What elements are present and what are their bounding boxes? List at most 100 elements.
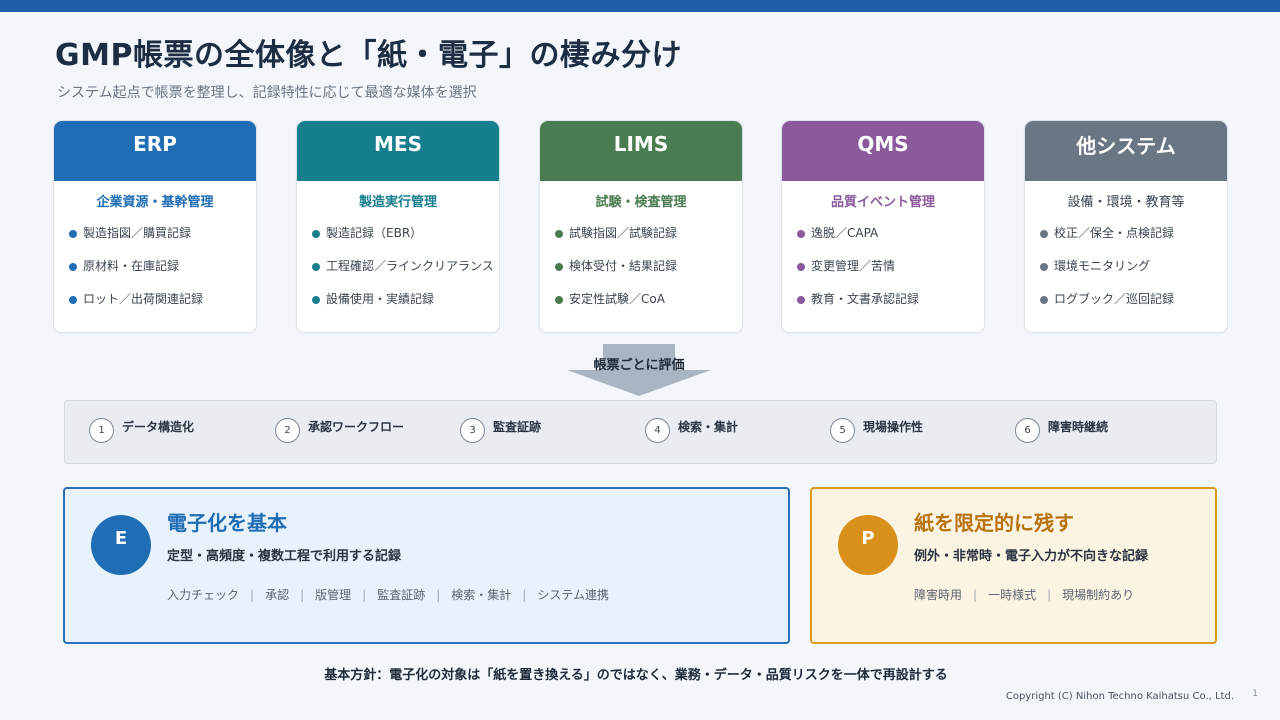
bullet-dot [69,295,77,304]
feature-tag: 入力チェック [167,588,240,602]
bullet-dot [312,262,320,271]
list-item-label: 製造記録（EBR） [326,226,423,240]
page-number: 1 [1252,689,1258,699]
feature-tag: システム連携 [537,588,609,602]
system-subtitle: 製造実行管理 [358,195,437,210]
system-card-erp: ERP 企業資源・基幹管理 製造指図／購買記録 原材料・在庫記録 ロット／出荷関… [53,120,257,333]
system-card-header: 他システム [1025,121,1227,181]
bullet-dot [312,229,320,238]
criterion-label: 検索・集計 [678,420,739,434]
list-item-label: 設備使用・実績記録 [326,292,435,306]
criterion-number: 4 [645,418,670,443]
list-item-label: 製造指図／購買記録 [83,226,192,240]
bullet-dot [555,229,563,238]
criterion-item: 5 現場操作性 [830,415,923,443]
electronic-badge: E [91,515,151,575]
system-record-list: 製造記録（EBR） 工程確認／ラインクリアランス 設備使用・実績記録 [297,217,499,316]
criterion-number: 5 [830,418,855,443]
system-card-header: LIMS [540,121,742,181]
bullet-dot [1040,262,1048,271]
list-item-label: 検体受付・結果記録 [569,259,678,273]
list-item: 教育・文書承認記録 [797,283,984,316]
bullet-dot [555,295,563,304]
evaluation-criteria-bar: 1 データ構造化 2 承認ワークフロー 3 監査証跡 4 検索・集計 5 現場操… [64,400,1217,464]
criterion-label: 障害時継続 [1048,420,1109,434]
system-record-list: 逸脱／CAPA 変更管理／苦情 教育・文書承認記録 [782,217,984,316]
list-item: 製造記録（EBR） [312,217,499,250]
criterion-label: 監査証跡 [493,420,542,434]
criterion-label: 現場操作性 [863,420,924,434]
tag-separator: | [1047,587,1052,602]
bullet-dot [69,229,77,238]
list-item: 変更管理／苦情 [797,250,984,283]
criterion-item: 2 承認ワークフロー [275,415,404,443]
electronic-description: 定型・高頻度・複数工程で利用する記録 [167,549,402,564]
tag-separator: | [362,587,367,602]
page-title: GMP帳票の全体像と「紙・電子」の棲み分け [55,38,682,73]
list-item-label: 教育・文書承認記録 [811,292,920,306]
system-name: MES [374,132,422,156]
list-item: 校正／保全・点検記録 [1040,217,1227,250]
feature-tag: 監査証跡 [377,588,426,602]
electronic-title: 電子化を基本 [167,511,287,535]
criterion-item: 4 検索・集計 [645,415,738,443]
paper-badge: P [838,515,898,575]
feature-tag: 一時様式 [988,588,1037,602]
list-item-label: 原材料・在庫記録 [83,259,180,273]
system-subtitle: 企業資源・基幹管理 [96,195,214,210]
paper-panel: P 紙を限定的に残す 例外・非常時・電子入力が不向きな記録 障害時用 | 一時様式 |… [810,487,1217,644]
system-subtitle: 設備・環境・教育等 [1067,195,1185,210]
top-accent-bar [0,0,1280,12]
criterion-label: 承認ワークフロー [308,420,405,434]
list-item-label: 安定性試験／CoA [569,292,665,306]
feature-tag: 現場制約あり [1062,588,1135,602]
list-item-label: ログブック／巡回記録 [1054,292,1175,306]
system-record-list: 試験指図／試験記録 検体受付・結果記録 安定性試験／CoA [540,217,742,316]
bullet-dot [555,262,563,271]
criterion-item: 6 障害時継続 [1015,415,1108,443]
list-item: 製造指図／購買記録 [69,217,256,250]
list-item-label: 工程確認／ラインクリアランス [326,259,494,273]
paper-feature-tags: 障害時用 | 一時様式 | 現場制約あり [914,586,1134,603]
criterion-number: 3 [460,418,485,443]
list-item: 原材料・在庫記録 [69,250,256,283]
system-subtitle: 品質イベント管理 [830,195,935,210]
list-item-label: 試験指図／試験記録 [569,226,678,240]
arrow-label: 帳票ごとに評価 [593,358,685,373]
system-record-list: 校正／保全・点検記録 環境モニタリング ログブック／巡回記録 [1025,217,1227,316]
criterion-item: 1 データ構造化 [89,415,194,443]
list-item-label: 校正／保全・点検記録 [1054,226,1175,240]
feature-tag: 版管理 [315,588,352,602]
tag-separator: | [436,587,441,602]
list-item: 環境モニタリング [1040,250,1227,283]
system-card-mes: MES 製造実行管理 製造記録（EBR） 工程確認／ラインクリアランス 設備使用… [296,120,500,333]
bullet-dot [69,262,77,271]
system-name: LIMS [613,132,669,156]
system-name: QMS [857,132,909,156]
list-item: 安定性試験／CoA [555,283,742,316]
system-card-header: QMS [782,121,984,181]
list-item: ログブック／巡回記録 [1040,283,1227,316]
list-item: 検体受付・結果記録 [555,250,742,283]
list-item-label: 逸脱／CAPA [811,226,879,240]
electronic-feature-tags: 入力チェック | 承認 | 版管理 | 監査証跡 | 検索・集計 | システム連携 [167,586,609,603]
basic-policy: 基本方針：電子化の対象は「紙を置き換える」のではなく、業務・データ・品質リスクを… [324,668,948,683]
system-card-header: ERP [54,121,256,181]
list-item-label: 環境モニタリング [1054,259,1151,273]
bullet-dot [797,295,805,304]
bullet-dot [797,262,805,271]
system-card-other: 他システム 設備・環境・教育等 校正／保全・点検記録 環境モニタリング ログブッ… [1024,120,1228,333]
feature-tag: 検索・集計 [451,588,512,602]
system-name: ERP [133,132,177,156]
electronic-panel: E 電子化を基本 定型・高頻度・複数工程で利用する記録 入力チェック | 承認 | 版管… [63,487,790,644]
criterion-number: 1 [89,418,114,443]
criterion-number: 6 [1015,418,1040,443]
bullet-dot [1040,229,1048,238]
bullet-dot [797,229,805,238]
list-item: 逸脱／CAPA [797,217,984,250]
system-card-header: MES [297,121,499,181]
bullet-dot [312,295,320,304]
criterion-number: 2 [275,418,300,443]
tag-separator: | [973,587,978,602]
bullet-dot [1040,295,1048,304]
